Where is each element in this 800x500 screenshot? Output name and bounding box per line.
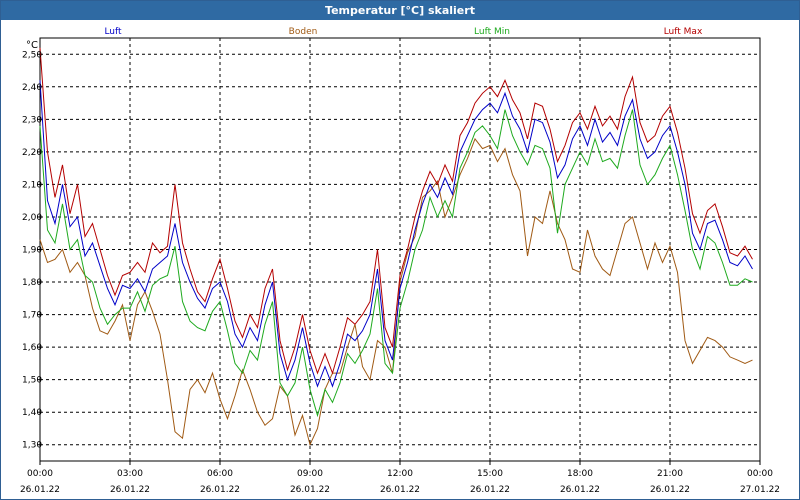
x-tick-date: 26.01.22 <box>650 485 690 495</box>
legend-item-luft: Luft <box>104 27 122 37</box>
y-tick-label: 1,60 <box>22 343 42 353</box>
x-tick-date: 27.01.22 <box>740 485 780 495</box>
x-tick-date: 26.01.22 <box>380 485 420 495</box>
y-tick-label: 2,00 <box>22 213 42 223</box>
legend: Luft Boden Luft Min Luft Max <box>104 27 703 37</box>
x-tick-date: 26.01.22 <box>290 485 330 495</box>
y-tick-label: 1,70 <box>22 311 42 321</box>
legend-item-boden: Boden <box>289 27 318 37</box>
y-axis-ticks: 2,50 2,40 2,30 2,20 2,10 2,00 1,90 1,80 1,70 1,60… <box>22 50 42 450</box>
x-tick-time: 06:00 <box>207 469 233 479</box>
y-tick-label: 2,20 <box>22 148 42 158</box>
x-tick-date: 26.01.22 <box>200 485 240 495</box>
x-tick-time: 21:00 <box>657 469 683 479</box>
x-tick-time: 12:00 <box>387 469 413 479</box>
x-tick-time: 03:00 <box>117 469 143 479</box>
x-tick-time: 09:00 <box>297 469 323 479</box>
y-tick-label: 2,50 <box>22 50 42 60</box>
y-tick-label: 1,90 <box>22 246 42 256</box>
y-tick-label: 1,30 <box>22 441 42 451</box>
y-tick-label: 1,80 <box>22 278 42 288</box>
x-tick-date: 26.01.22 <box>560 485 600 495</box>
x-axis-ticks: 00:00 26.01.22 03:00 26.01.22 06:00 26.01.22 0… <box>20 461 780 495</box>
y-tick-label: 2,30 <box>22 115 42 125</box>
y-tick-label: 2,40 <box>22 83 42 93</box>
x-tick-date: 26.01.22 <box>20 485 60 495</box>
x-tick-date: 26.01.22 <box>470 485 510 495</box>
y-tick-label: 2,10 <box>22 180 42 190</box>
y-tick-label: 1,50 <box>22 376 42 386</box>
x-tick-time: 00:00 <box>747 469 773 479</box>
y-axis-label: °C <box>26 40 38 51</box>
legend-item-luft-min: Luft Min <box>474 27 510 37</box>
x-tick-time: 18:00 <box>567 469 593 479</box>
y-tick-label: 1,40 <box>22 408 42 418</box>
x-tick-time: 15:00 <box>477 469 503 479</box>
x-tick-time: 00:00 <box>27 469 53 479</box>
x-tick-date: 26.01.22 <box>110 485 150 495</box>
temperature-chart: Luft Boden Luft Min Luft Max 2,502,402,302,… <box>20 27 780 495</box>
legend-item-luft-max: Luft Max <box>664 27 703 37</box>
